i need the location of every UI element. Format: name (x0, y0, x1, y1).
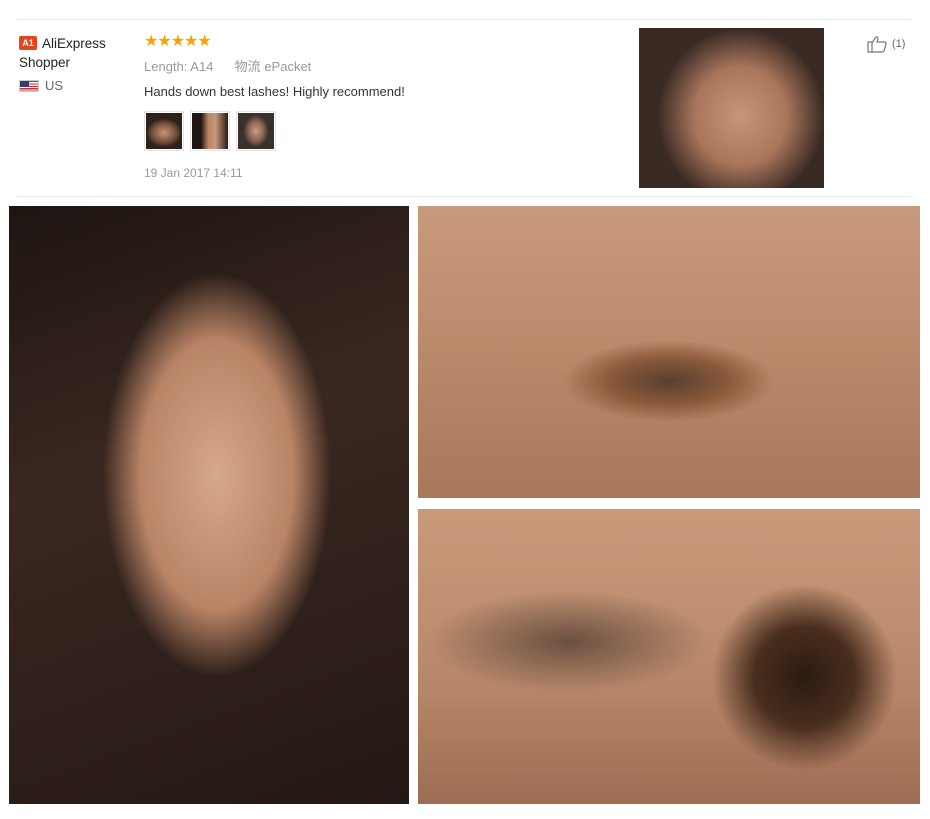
order-attributes: Length: A14 物流 ePacket (144, 58, 614, 75)
thumbs-up-icon (867, 36, 887, 53)
star-rating: ★★★★★ (144, 33, 212, 50)
photo-thumb-2 (192, 113, 228, 149)
photo-gap (418, 498, 920, 509)
review-photo-face (9, 206, 409, 804)
thumbnail-3[interactable] (236, 111, 276, 151)
length-label: Length: (144, 59, 188, 74)
reviewer-info: A1 AliExpress Shopper US (19, 34, 137, 93)
shipping-label: 物流 (234, 59, 261, 74)
reviewer-name-block: A1 AliExpress Shopper (19, 34, 137, 72)
top-divider (18, 19, 910, 20)
review-date: 19 Jan 2017 14:11 (144, 166, 243, 180)
thumbnail-1[interactable] (144, 111, 184, 151)
shipping-value: ePacket (264, 59, 312, 74)
review-photo-eye-open (418, 509, 920, 804)
photo-thumb-1 (146, 113, 182, 149)
member-level-badge: A1 (19, 36, 37, 50)
bottom-divider (18, 196, 910, 197)
review-photo-eye-closed (418, 206, 920, 498)
helpful-button[interactable]: (1) (866, 35, 905, 53)
helpful-count: (1) (892, 38, 906, 50)
country-code: US (45, 78, 64, 93)
thumbnail-2[interactable] (190, 111, 230, 151)
length-value: A14 (190, 59, 214, 74)
review-thumbnails (144, 111, 614, 151)
review-photo-preview[interactable] (639, 28, 824, 188)
review-content: ★★★★★ Length: A14 物流 ePacket Hands down … (144, 33, 614, 180)
us-flag-icon (19, 79, 39, 92)
review-text: Hands down best lashes! Highly recommend… (144, 84, 405, 99)
photo-thumb-3 (238, 113, 274, 149)
reviewer-country: US (19, 78, 137, 93)
